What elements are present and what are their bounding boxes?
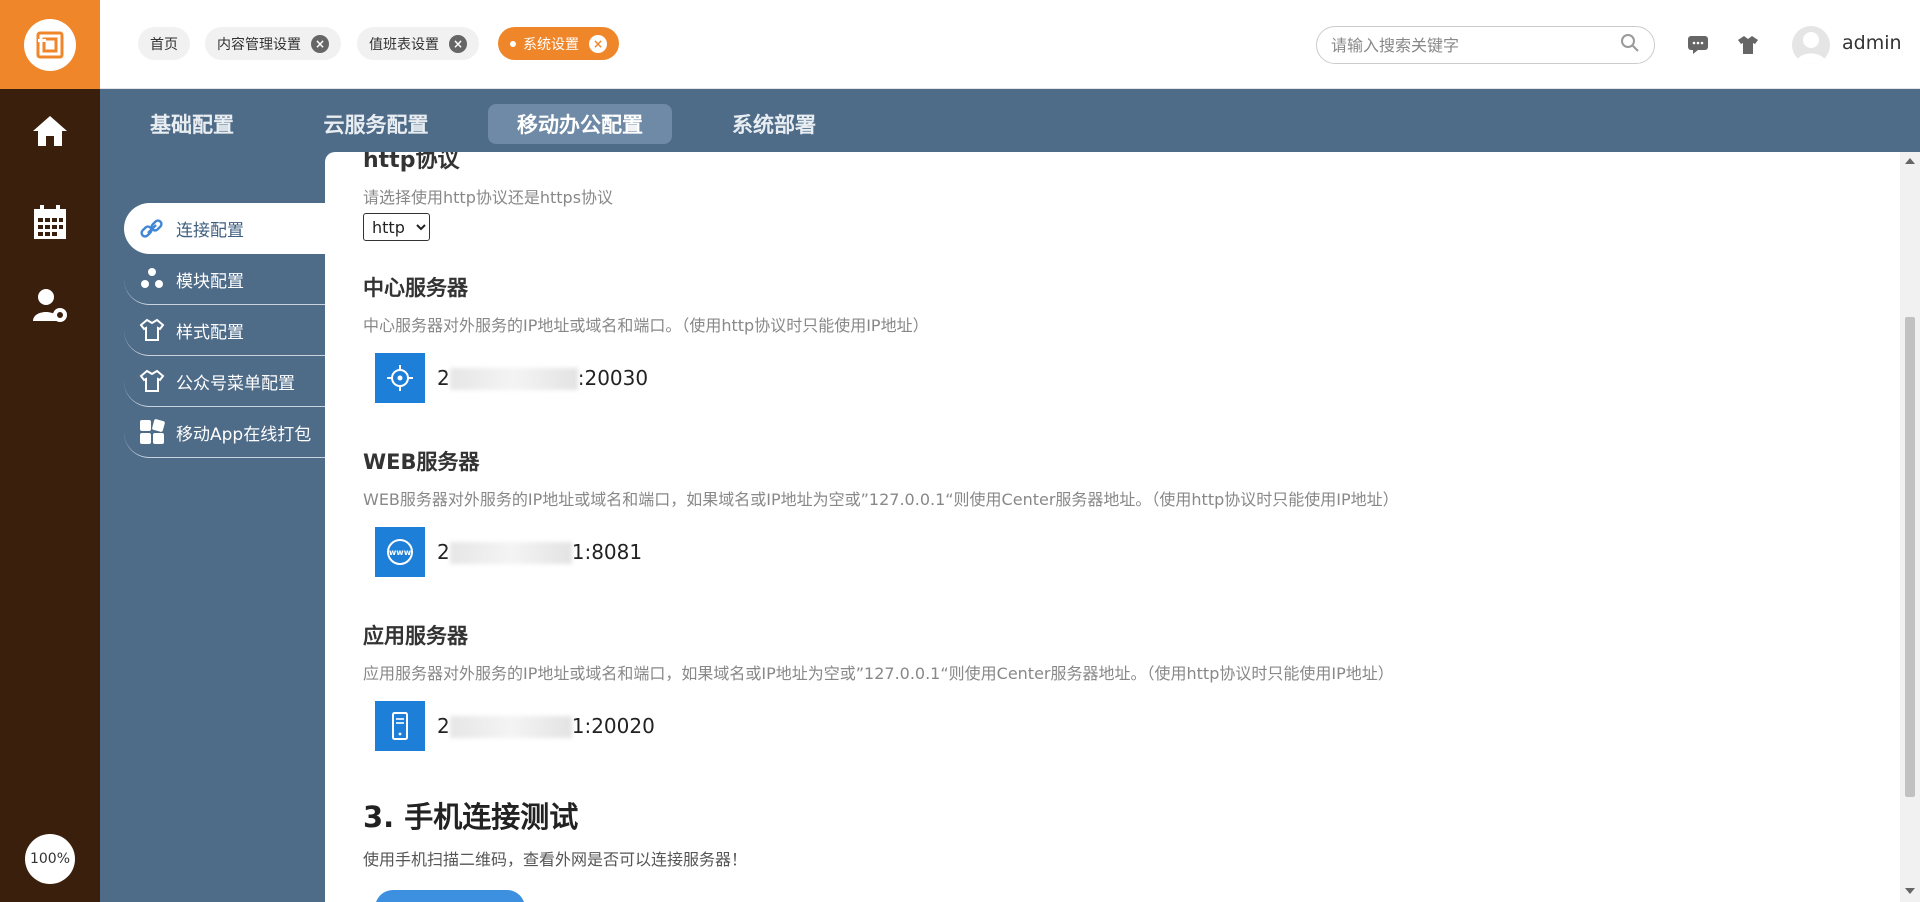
tab-content-management[interactable]: 内容管理设置 ×	[205, 27, 341, 60]
side-item-label: 公众号菜单配置	[176, 373, 295, 394]
locate-icon	[375, 353, 425, 403]
app-logo[interactable]	[0, 0, 100, 89]
redacted-ip	[449, 368, 578, 391]
tab-label: 系统设置	[523, 36, 579, 53]
scroll-down-icon[interactable]	[1905, 888, 1915, 894]
address-value: 2 1:20020	[437, 713, 655, 739]
center-server-desc: 中心服务器对外服务的IP地址或域名和端口。（使用http协议时只能使用IP地址）	[363, 316, 929, 335]
side-item-label: 模块配置	[176, 271, 244, 292]
tab-mobile-office-config[interactable]: 移动办公配置	[488, 104, 672, 144]
close-icon[interactable]: ×	[449, 34, 467, 53]
search-icon[interactable]	[1620, 33, 1640, 57]
address-value: 2:20030	[437, 365, 649, 391]
top-bar: 首页 内容管理设置 × 值班表设置 × 系统设置 × admin	[100, 0, 1920, 89]
search-box	[1316, 26, 1655, 64]
close-icon[interactable]: ×	[589, 34, 607, 53]
web-server-desc: WEB服务器对外服务的IP地址或域名和端口，如果域名或IP地址为空或”127.0…	[363, 490, 1399, 509]
scroll-up-icon[interactable]	[1905, 158, 1915, 164]
tab-duty-schedule[interactable]: 值班表设置 ×	[357, 27, 479, 60]
search-input[interactable]	[1331, 35, 1620, 55]
modules-icon	[138, 265, 166, 293]
logo-icon	[24, 18, 76, 71]
side-item-style[interactable]: 样式配置	[124, 305, 325, 356]
theme-shirt-icon[interactable]	[1735, 32, 1761, 58]
active-dot-icon	[510, 40, 516, 47]
content-panel: http协议 请选择使用http协议还是https协议 http 中心服务器 中…	[325, 152, 1900, 902]
side-item-label: 样式配置	[176, 322, 244, 343]
redacted-ip	[449, 542, 572, 565]
tab-system-deploy[interactable]: 系统部署	[714, 104, 834, 144]
www-globe-icon: www	[375, 527, 425, 577]
avatar[interactable]	[1792, 26, 1830, 64]
address-value: 2 1:8081	[437, 539, 643, 565]
side-item-label: 连接配置	[176, 221, 244, 241]
home-icon[interactable]	[25, 106, 75, 156]
phone-test-title: 3. 手机连接测试	[363, 800, 579, 834]
tab-basic-config[interactable]: 基础配置	[132, 104, 252, 144]
redacted-ip	[449, 716, 572, 739]
app-server-address[interactable]: 2 1:20020	[375, 701, 655, 751]
web-server-title: WEB服务器	[363, 450, 480, 474]
center-server-title: 中心服务器	[363, 276, 468, 300]
tab-system-settings[interactable]: 系统设置 ×	[498, 27, 619, 60]
shirt-icon	[138, 367, 166, 395]
side-item-label: 移动App在线打包	[176, 424, 312, 445]
tab-label: 值班表设置	[369, 36, 439, 53]
close-icon[interactable]: ×	[311, 34, 329, 53]
scroll-thumb[interactable]	[1905, 317, 1915, 797]
http-protocol-title: http协议	[363, 152, 460, 173]
svg-text:www: www	[389, 548, 412, 557]
side-item-module[interactable]: 模块配置	[124, 254, 325, 305]
side-item-wechat-menu[interactable]: 公众号菜单配置	[124, 356, 325, 407]
side-item-connection[interactable]: 连接配置	[124, 203, 325, 254]
left-rail: 100%	[0, 0, 100, 902]
app-server-title: 应用服务器	[363, 624, 468, 648]
generate-qr-button[interactable]	[375, 890, 525, 902]
http-protocol-desc: 请选择使用http协议还是https协议	[363, 188, 614, 207]
server-icon	[375, 701, 425, 751]
tab-cloud-config[interactable]: 云服务配置	[305, 104, 447, 144]
side-item-app-package[interactable]: 移动App在线打包	[124, 407, 325, 458]
content-scrollbar[interactable]	[1900, 152, 1920, 902]
protocol-select[interactable]: http	[363, 213, 430, 241]
apps-grid-icon	[138, 418, 166, 446]
phone-test-desc: 使用手机扫描二维码，查看外网是否可以连接服务器！	[363, 850, 748, 869]
user-settings-icon[interactable]	[25, 280, 75, 330]
app-server-desc: 应用服务器对外服务的IP地址或域名和端口，如果域名或IP地址为空或”127.0.…	[363, 664, 1394, 683]
tab-label: 内容管理设置	[217, 36, 301, 53]
calendar-icon[interactable]	[25, 198, 75, 248]
message-icon[interactable]	[1685, 32, 1711, 58]
center-server-address[interactable]: 2:20030	[375, 353, 648, 403]
shirt-icon	[138, 316, 166, 344]
link-icon	[138, 215, 166, 243]
zoom-level[interactable]: 100%	[25, 834, 75, 884]
tab-home[interactable]: 首页	[138, 27, 190, 60]
tab-label: 首页	[150, 36, 178, 53]
username[interactable]: admin	[1842, 32, 1902, 54]
web-server-address[interactable]: www 2 1:8081	[375, 527, 642, 577]
